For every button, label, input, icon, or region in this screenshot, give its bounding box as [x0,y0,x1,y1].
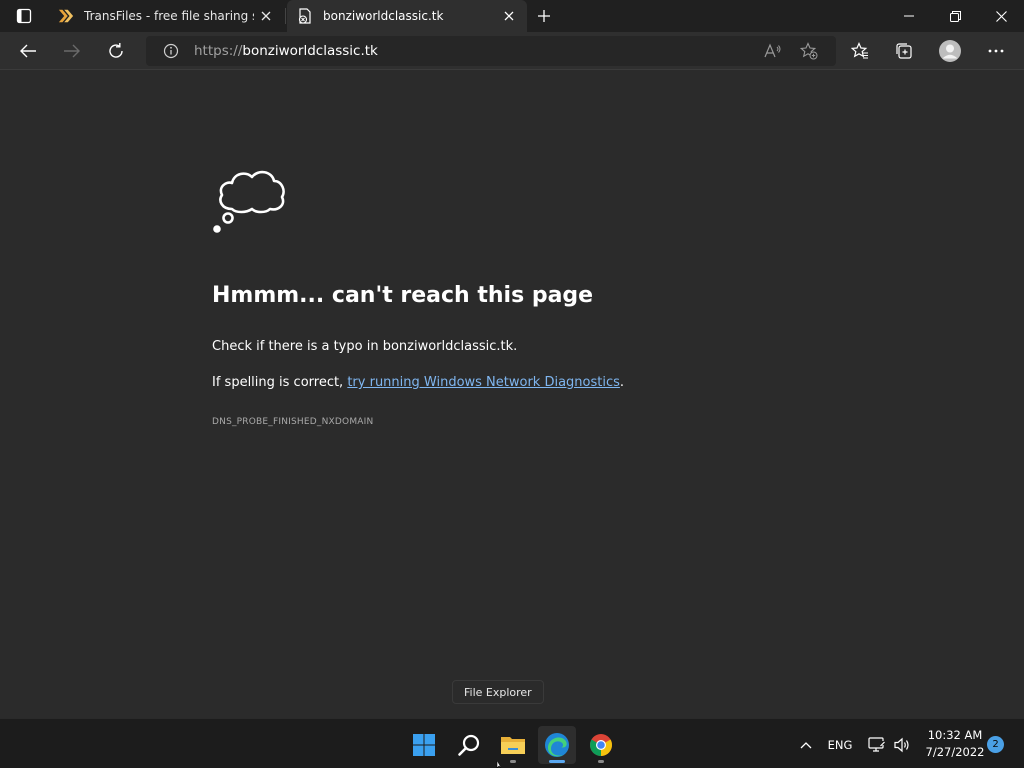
volume-icon[interactable] [891,734,913,756]
file-explorer-button[interactable] [494,726,532,764]
back-button[interactable] [12,35,44,67]
tab-actions-icon [16,8,32,24]
url-host: bonziworldclassic.tk [242,43,378,59]
profile-button[interactable] [934,35,966,67]
restore-button[interactable] [932,0,978,32]
forward-arrow-icon [64,44,80,58]
running-indicator [598,760,604,763]
tab-bonziworldclassic[interactable]: bonziworldclassic.tk [287,0,527,32]
favorites-icon [851,42,868,59]
tab-transfiles[interactable]: TransFiles - free file sharing servi [48,0,284,32]
url-scheme: https:// [194,43,243,59]
clock-time: 10:32 AM [927,728,983,742]
title-bar: TransFiles - free file sharing servi bon… [0,0,1024,32]
collections-button[interactable] [888,35,920,67]
address-bar[interactable]: https://bonziworldclassic.tk [146,36,836,66]
read-aloud-icon[interactable] [760,39,786,63]
edge-button[interactable] [538,726,576,764]
show-hidden-icons-button[interactable] [796,735,816,755]
tab-divider [285,8,286,24]
network-icon[interactable] [866,734,888,756]
file-explorer-icon [501,737,525,754]
tab-title: bonziworldclassic.tk [323,9,444,23]
close-tab-icon[interactable] [254,4,278,28]
minimize-icon [904,15,914,17]
chevron-up-icon [800,742,812,749]
chrome-icon [590,734,612,756]
file-explorer-tooltip: File Explorer [452,680,544,704]
diagnostics-prefix: If spelling is correct, [212,375,348,390]
search-icon [458,734,480,756]
close-icon [995,10,1007,22]
avatar-icon [939,40,961,62]
close-tab-icon[interactable] [497,4,521,28]
tab-title: TransFiles - free file sharing servi [84,9,254,23]
language-indicator[interactable]: ENG [823,735,857,755]
edge-icon [545,733,569,757]
back-arrow-icon [20,44,36,58]
refresh-button[interactable] [100,35,132,67]
error-code: DNS_PROBE_FINISHED_NXDOMAIN [212,417,374,427]
more-dots-icon [988,49,1004,53]
start-icon [413,734,435,756]
page-error-icon [297,8,313,24]
settings-more-button[interactable] [980,35,1012,67]
diagnostics-text: If spelling is correct, try running Wind… [212,375,624,390]
plus-icon [538,10,550,22]
page-content: Hmmm... can't reach this page Check if t… [0,71,1024,718]
active-indicator [549,760,565,763]
typo-check-text: Check if there is a typo in bonziworldcl… [212,339,518,354]
system-clock[interactable]: 10:32 AM 7/27/2022 [915,727,995,761]
collections-icon [896,43,912,59]
restore-icon [949,10,961,22]
add-favorite-icon[interactable] [796,39,822,63]
new-tab-button[interactable] [530,3,558,29]
site-info-icon[interactable] [156,43,186,59]
clock-date: 7/27/2022 [925,745,985,759]
browser-toolbar: https://bonziworldclassic.tk [0,32,1024,70]
running-indicator [510,760,516,763]
refresh-icon [109,43,123,58]
tab-actions-button[interactable] [6,3,42,29]
thought-cloud-icon [213,170,285,233]
url-text[interactable]: https://bonziworldclassic.tk [194,43,378,59]
favorites-button[interactable] [844,35,876,67]
transfiles-chevron-icon [58,8,74,24]
search-button[interactable] [450,726,488,764]
notification-badge[interactable]: 2 [987,736,1004,753]
minimize-button[interactable] [886,0,932,32]
taskbar: ENG 10:32 AM 7/27/2022 2 [0,718,1024,768]
network-diagnostics-link[interactable]: try running Windows Network Diagnostics [347,375,620,390]
chrome-button[interactable] [582,726,620,764]
start-button[interactable] [405,726,443,764]
diagnostics-suffix: . [619,375,625,390]
forward-button[interactable] [56,35,88,67]
mouse-cursor-icon [496,761,502,768]
close-window-button[interactable] [978,0,1024,32]
error-title: Hmmm... can't reach this page [212,283,594,308]
